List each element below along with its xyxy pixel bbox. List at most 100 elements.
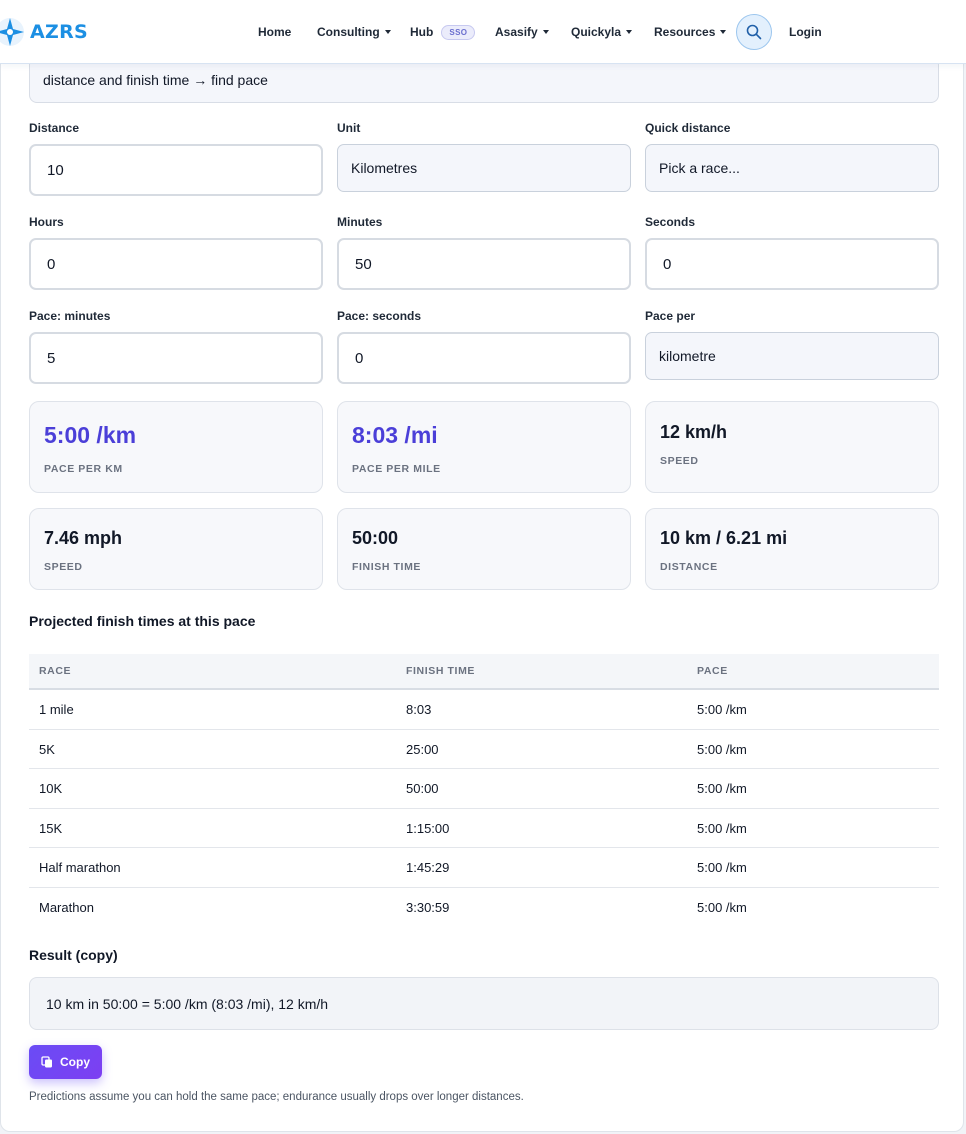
nav-home[interactable]: Home [258,25,291,39]
caret-down-icon [542,30,549,34]
cell-race: Marathon [39,899,94,915]
stat-label: SPEED [660,455,699,467]
hours-value: 0 [47,255,56,273]
stat-value: 10 km / 6.21 mi [660,528,788,548]
column-race: RACE [39,665,72,677]
table-header: RACE FINISH TIME PACE [29,654,939,690]
caret-down-icon [384,30,391,34]
cell-finish-time: 8:03 [406,702,432,717]
unit-value: Kilometres [351,160,418,176]
pace-per-label: Pace per [645,309,696,323]
nav-asasify-label: Asasify [495,25,538,39]
minutes-input[interactable]: 50 [337,238,631,290]
stat-label: PACE PER KM [44,463,123,475]
cell-finish-time: 25:00 [406,741,439,757]
minutes-value: 50 [355,255,372,273]
stat-value: 50:00 [352,528,399,548]
distance-input[interactable]: 10 [29,144,323,196]
stat-value: 5:00 /km [44,422,137,448]
pace-calculator-card: distance and finish time → find pace Dis… [0,54,964,1132]
table-row: 1 mile 8:03 5:00 /km [29,690,939,730]
cell-pace: 5:00 /km [697,860,747,875]
copy-icon [41,1056,52,1068]
quick-distance-select[interactable]: Pick a race... [645,144,939,192]
projection-table: RACE FINISH TIME PACE 1 mile 8:03 5:00 /… [29,654,939,927]
pace-per-select[interactable]: kilometre [645,332,939,380]
seconds-input[interactable]: 0 [645,238,939,290]
stat-pace-per-km: 5:00 /km PACE PER KM [29,401,323,493]
seconds-label: Seconds [645,215,696,229]
search-icon [746,24,762,40]
pace-seconds-label: Pace: seconds [337,309,422,323]
unit-select[interactable]: Kilometres [337,144,631,192]
mode-value: distance and finish time → find pace [43,72,268,88]
brand-logo[interactable]: AZRS [0,14,88,50]
projection-title: Projected finish times at this pace [29,613,256,629]
stat-value: 12 km/h [660,422,728,442]
stat-label: SPEED [44,561,83,573]
cell-pace: 5:00 /km [697,820,747,836]
cell-finish-time: 1:15:00 [406,820,450,836]
stat-distance: 10 km / 6.21 mi DISTANCE [645,508,939,590]
nav-home-label: Home [258,25,292,39]
distance-label: Distance [29,121,80,135]
cell-race: 5K [39,741,55,757]
top-navbar: AZRS Home Consulting Hub SSO Asasify Qui… [0,0,966,64]
stat-finish-time: 50:00 FINISH TIME [337,508,631,590]
cell-pace: 5:00 /km [697,741,747,757]
copy-button[interactable]: Copy [29,1045,102,1079]
cell-pace: 5:00 /km [697,702,747,717]
nav-consulting-label: Consulting [317,25,380,39]
result-output[interactable]: 10 km in 50:00 = 5:00 /km (8:03 /mi), 12… [29,977,939,1030]
login-label: Login [789,25,822,39]
quick-distance-label: Quick distance [645,121,731,135]
pace-minutes-label: Pace: minutes [29,309,111,323]
result-text: 10 km in 50:00 = 5:00 /km (8:03 /mi), 12… [46,995,329,1012]
pace-seconds-input[interactable]: 0 [337,332,631,384]
stat-label: DISTANCE [660,561,718,573]
stat-pace-per-mile: 8:03 /mi PACE PER MILE [337,401,631,493]
nav-quickyla[interactable]: Quickyla [571,25,633,39]
table-row: Half marathon 1:45:29 5:00 /km [29,848,939,888]
unit-label: Unit [337,121,361,135]
nav-resources-label: Resources [654,25,716,39]
search-button[interactable] [736,14,772,50]
pace-seconds-value: 0 [355,349,364,367]
cell-race: 15K [39,820,63,836]
pace-minutes-value: 5 [47,349,56,367]
column-finish-time: FINISH TIME [406,665,476,677]
minutes-label: Minutes [337,215,383,229]
prediction-note: Predictions assume you can hold the same… [29,1091,524,1103]
nav-hub[interactable]: Hub SSO [410,24,476,40]
hours-label: Hours [29,215,64,229]
stat-value: 8:03 /mi [352,422,438,448]
nav-hub-label: Hub [410,25,434,39]
brand-name: AZRS [30,21,88,43]
distance-value: 10 [47,161,64,179]
nav-consulting[interactable]: Consulting [317,25,391,39]
cell-finish-time: 1:45:29 [406,860,450,875]
nav-resources[interactable]: Resources [654,25,727,39]
cell-finish-time: 50:00 [406,781,439,796]
cell-pace: 5:00 /km [697,899,747,915]
pace-minutes-input[interactable]: 5 [29,332,323,384]
stat-label: PACE PER MILE [352,463,441,475]
copy-label: Copy [60,1055,90,1069]
login-link[interactable]: Login [789,25,822,39]
cell-pace: 5:00 /km [697,781,747,796]
nav-quickyla-label: Quickyla [571,25,622,39]
sso-badge: SSO [441,24,476,40]
cell-race: Half marathon [39,860,121,875]
nav-asasify[interactable]: Asasify [495,25,549,39]
quick-distance-value: Pick a race... [659,160,740,176]
compass-logo-icon [0,18,24,46]
hours-input[interactable]: 0 [29,238,323,290]
column-pace: PACE [697,665,728,677]
pace-per-value: kilometre [659,348,716,364]
seconds-value: 0 [663,255,672,273]
result-title: Result (copy) [29,947,118,963]
table-row: Marathon 3:30:59 5:00 /km [29,888,939,928]
stat-label: FINISH TIME [352,561,422,573]
table-row: 10K 50:00 5:00 /km [29,769,939,809]
cell-finish-time: 3:30:59 [406,899,450,915]
